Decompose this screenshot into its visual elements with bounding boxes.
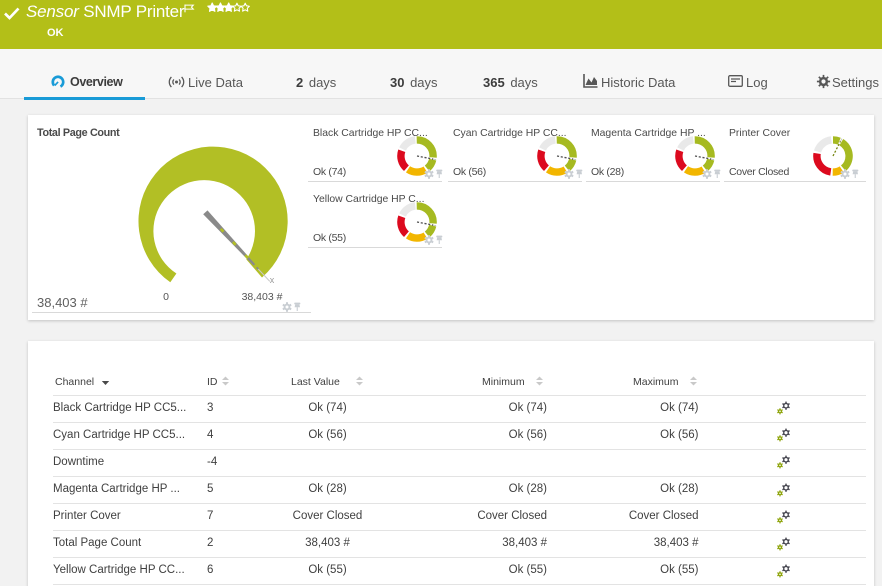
svg-text:x: x	[270, 275, 275, 285]
